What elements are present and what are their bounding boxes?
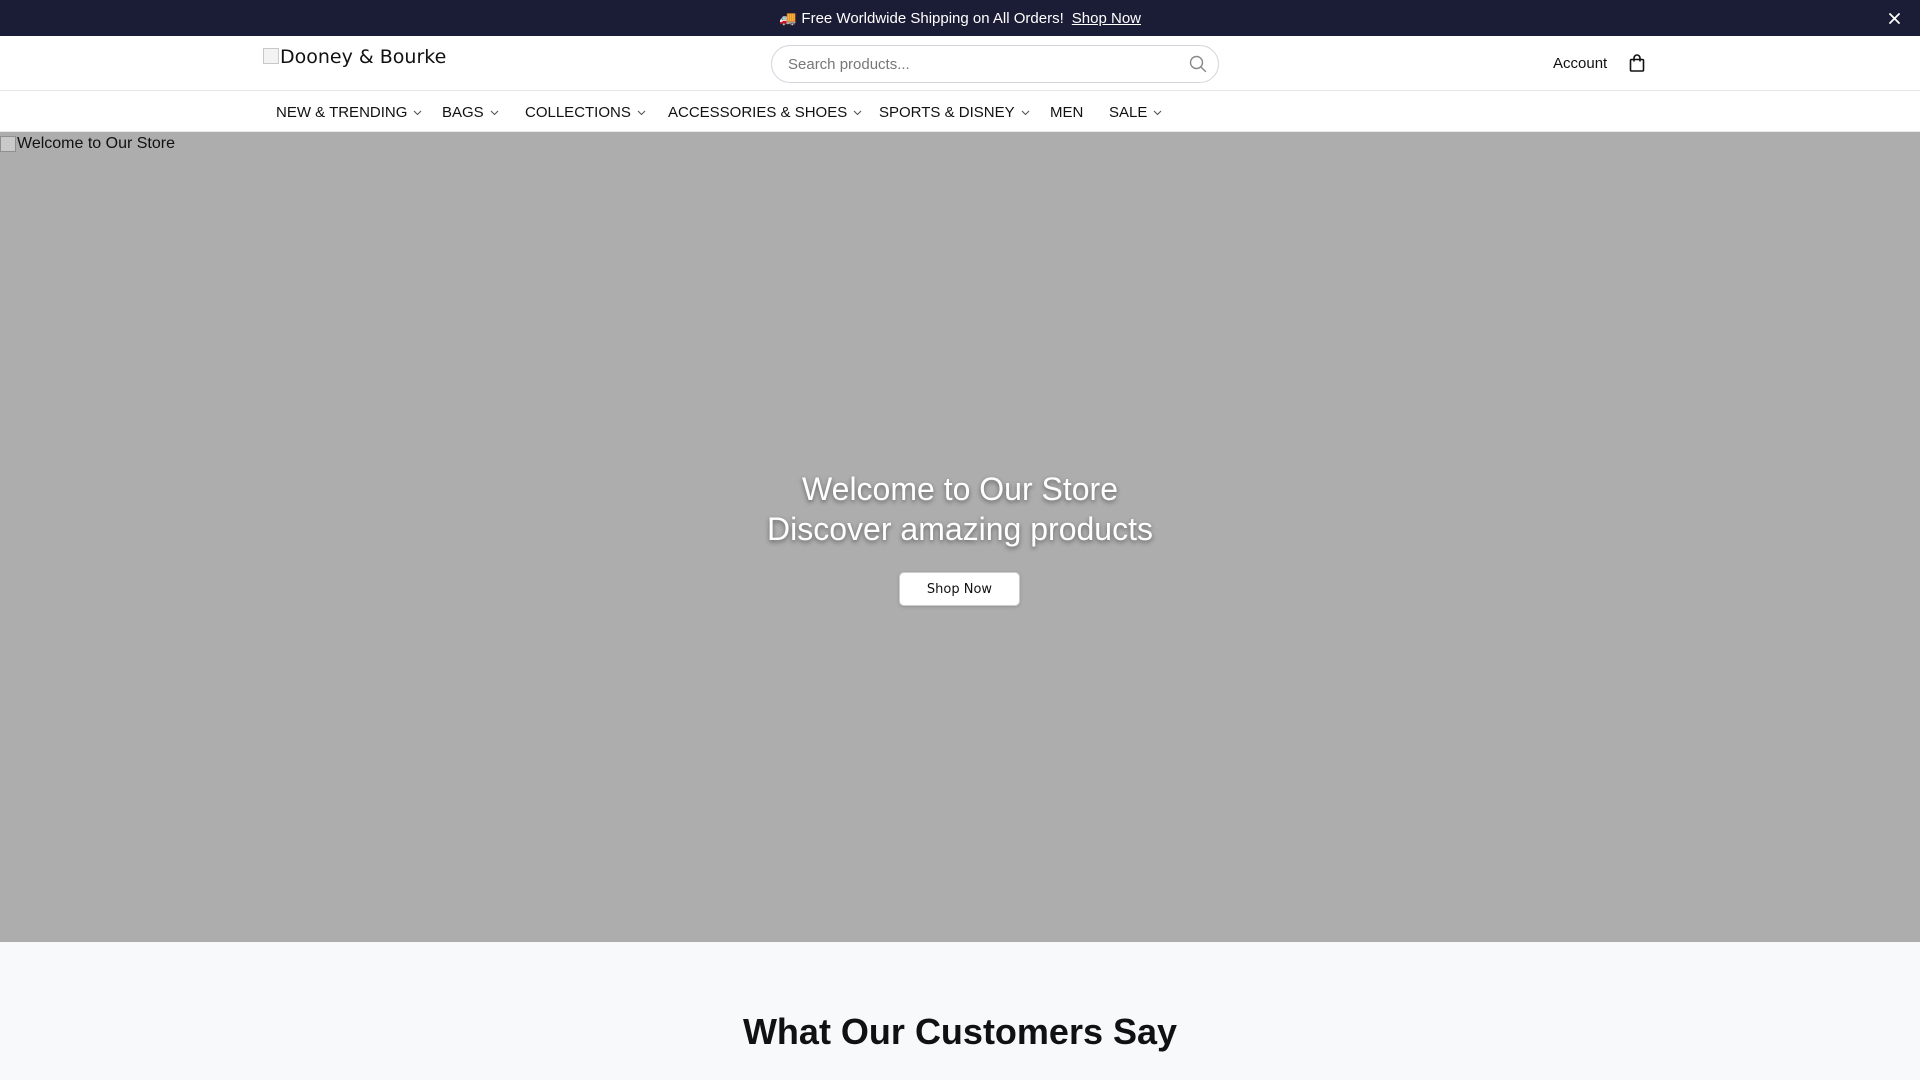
- announcement-text: Free Worldwide Shipping on All Orders!: [801, 9, 1064, 27]
- nav-item-label: SPORTS & DISNEY: [879, 104, 1015, 121]
- nav-item-collections[interactable]: COLLECTIONS: [525, 104, 646, 121]
- close-icon: [1888, 12, 1900, 24]
- shopping-bag-icon: [1629, 54, 1645, 72]
- nav-item-label: ACCESSORIES & SHOES: [668, 104, 848, 121]
- nav-item-accessories-shoes[interactable]: ACCESSORIES & SHOES: [668, 104, 862, 121]
- logo[interactable]: Dooney & Bourke: [263, 46, 446, 68]
- hero-image: Welcome to Our Store: [0, 135, 175, 153]
- hero-banner: Welcome to Our Store Welcome to Our Stor…: [0, 132, 1920, 942]
- testimonials-section: What Our Customers Say: [0, 942, 1920, 1080]
- nav-item-label: NEW & TRENDING: [276, 104, 408, 121]
- chevron-down-icon: [1021, 110, 1029, 115]
- nav-item-new-trending[interactable]: NEW & TRENDING: [276, 104, 422, 121]
- nav-item-label: MEN: [1050, 104, 1084, 121]
- chevron-down-icon: [637, 110, 646, 115]
- nav-item-sale[interactable]: SALE: [1109, 104, 1162, 121]
- chevron-down-icon: [490, 110, 499, 115]
- search-bar: [771, 45, 1219, 83]
- nav-item-label: SALE: [1109, 104, 1148, 121]
- truck-icon: 🚚: [778, 9, 797, 26]
- hero-image-alt-text: Welcome to Our Store: [17, 135, 175, 152]
- hero-subtitle: Discover amazing products: [767, 511, 1153, 547]
- logo-alt-text: Dooney & Bourke: [280, 46, 447, 68]
- cart-button[interactable]: [1628, 53, 1646, 73]
- search-button[interactable]: [1188, 54, 1208, 74]
- main-nav: NEW & TRENDING BAGS COLLECTIONS ACCESSOR…: [0, 91, 1920, 132]
- chevron-down-icon: [1153, 110, 1162, 115]
- hero-title: Welcome to Our Store: [802, 471, 1118, 507]
- chevron-down-icon: [414, 110, 422, 115]
- search-input[interactable]: [788, 46, 1168, 82]
- search-icon: [1189, 55, 1207, 73]
- broken-image-icon: [263, 48, 279, 64]
- nav-item-label: COLLECTIONS: [525, 104, 631, 121]
- broken-image-icon: [0, 136, 16, 152]
- nav-item-men[interactable]: MEN: [1050, 104, 1083, 121]
- announcement-bar: 🚚 Free Worldwide Shipping on All Orders!…: [0, 0, 1920, 36]
- nav-item-sports-disney[interactable]: SPORTS & DISNEY: [879, 104, 1030, 121]
- announcement-shop-now-link[interactable]: Shop Now: [1072, 10, 1141, 27]
- hero-shop-now-button[interactable]: Shop Now: [899, 572, 1020, 606]
- account-link[interactable]: Account: [1553, 55, 1607, 72]
- nav-item-bags[interactable]: BAGS: [442, 104, 499, 121]
- chevron-down-icon: [853, 110, 862, 115]
- site-header: Dooney & Bourke Account: [0, 36, 1920, 91]
- nav-item-label: BAGS: [442, 104, 484, 121]
- testimonials-heading: What Our Customers Say: [742, 1011, 1178, 1052]
- close-announcement-button[interactable]: [1885, 9, 1903, 27]
